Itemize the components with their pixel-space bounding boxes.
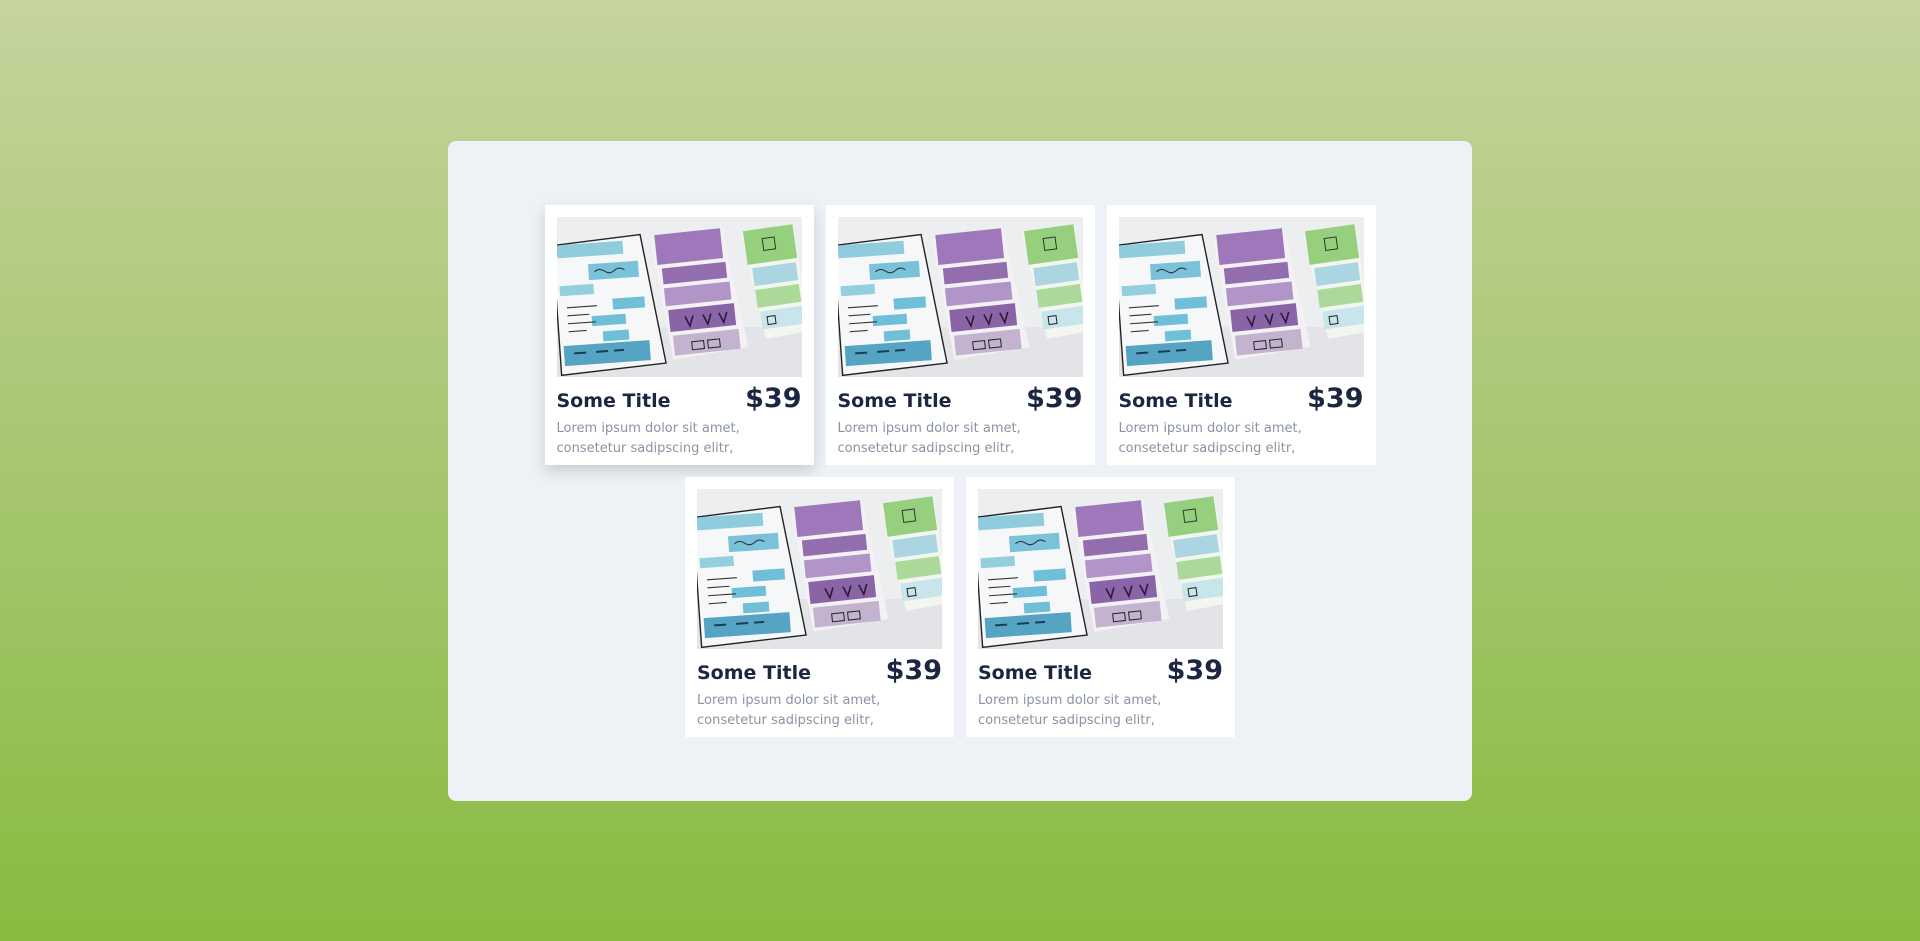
card-price: $39 — [1166, 655, 1223, 686]
product-card[interactable]: Some Title $39 Lorem ipsum dolor sit ame… — [544, 205, 814, 465]
card-title: Some Title — [1118, 390, 1233, 412]
card-grid: Some Title $39 Lorem ipsum dolor sit ame… — [544, 205, 1376, 737]
product-card[interactable]: Some Title $39 Lorem ipsum dolor sit ame… — [685, 477, 954, 737]
wireframe-sketch-image — [697, 489, 942, 649]
wireframe-sketch-image — [1119, 217, 1364, 377]
card-title: Some Title — [556, 390, 671, 412]
card-header: Some Title $39 — [978, 655, 1223, 686]
product-card[interactable]: Some Title $39 Lorem ipsum dolor sit ame… — [825, 205, 1095, 465]
card-price: $39 — [885, 655, 942, 686]
card-price: $39 — [1307, 383, 1364, 414]
card-description: Lorem ipsum dolor sit amet, consetetur s… — [837, 421, 1021, 456]
card-description: Lorem ipsum dolor sit amet, consetetur s… — [556, 421, 740, 456]
card-description: Lorem ipsum dolor sit amet, consetetur s… — [978, 693, 1162, 728]
card-price: $39 — [745, 383, 802, 414]
product-card[interactable]: Some Title $39 Lorem ipsum dolor sit ame… — [966, 477, 1235, 737]
card-price: $39 — [1026, 383, 1083, 414]
product-card[interactable]: Some Title $39 Lorem ipsum dolor sit ame… — [1106, 205, 1376, 465]
card-title: Some Title — [978, 662, 1092, 684]
wireframe-sketch-image — [838, 217, 1083, 377]
card-title: Some Title — [697, 662, 811, 684]
card-header: Some Title $39 — [556, 383, 802, 414]
wireframe-sketch-image — [557, 217, 802, 377]
card-header: Some Title $39 — [697, 655, 942, 686]
card-title: Some Title — [837, 390, 952, 412]
wireframe-sketch-image — [978, 489, 1223, 649]
card-header: Some Title $39 — [837, 383, 1083, 414]
card-description: Lorem ipsum dolor sit amet, consetetur s… — [1118, 421, 1302, 456]
cards-panel: Some Title $39 Lorem ipsum dolor sit ame… — [448, 141, 1472, 801]
card-header: Some Title $39 — [1118, 383, 1364, 414]
card-description: Lorem ipsum dolor sit amet, consetetur s… — [697, 693, 881, 728]
